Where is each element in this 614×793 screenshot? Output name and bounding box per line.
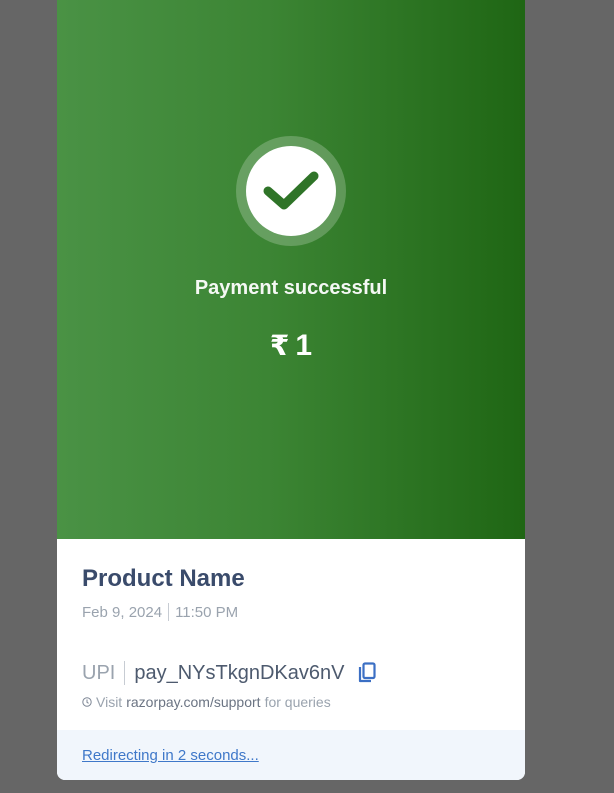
copy-icon[interactable] bbox=[356, 661, 378, 685]
divider bbox=[124, 661, 126, 685]
payment-status-text: Payment successful bbox=[194, 277, 388, 299]
success-banner: Payment successful ₹1 bbox=[57, 0, 525, 539]
payment-receipt-card: Payment successful ₹1 Product Name Feb 9… bbox=[57, 0, 525, 780]
divider bbox=[168, 603, 170, 621]
payment-id[interactable]: pay_NYsTkgnDKav6nV bbox=[134, 662, 344, 685]
support-info: Visit razorpay.com/support for queries bbox=[82, 693, 502, 711]
payment-details: Product Name Feb 9, 2024 11:50 PM UPI pa… bbox=[82, 563, 502, 711]
support-link[interactable]: razorpay.com/support bbox=[126, 694, 260, 710]
support-suffix: for queries bbox=[264, 694, 331, 710]
payment-time: 11:50 PM bbox=[175, 603, 239, 621]
redirect-link[interactable]: Redirecting in 2 seconds... bbox=[82, 747, 259, 764]
checkmark-icon bbox=[246, 146, 336, 236]
info-icon bbox=[82, 697, 92, 707]
product-name: Product Name bbox=[82, 565, 245, 592]
payment-date: Feb 9, 2024 bbox=[82, 603, 163, 621]
payment-method: UPI bbox=[82, 661, 116, 684]
currency-symbol: ₹ bbox=[269, 329, 290, 362]
success-icon-ring bbox=[236, 136, 346, 246]
support-prefix: Visit bbox=[96, 694, 123, 710]
amount-value: 1 bbox=[295, 329, 313, 362]
redirect-footer: Redirecting in 2 seconds... bbox=[57, 730, 525, 780]
payment-id-row: UPI pay_NYsTkgnDKav6nV bbox=[82, 659, 502, 687]
payment-datetime: Feb 9, 2024 11:50 PM bbox=[82, 601, 502, 623]
payment-amount: ₹1 bbox=[57, 329, 525, 363]
